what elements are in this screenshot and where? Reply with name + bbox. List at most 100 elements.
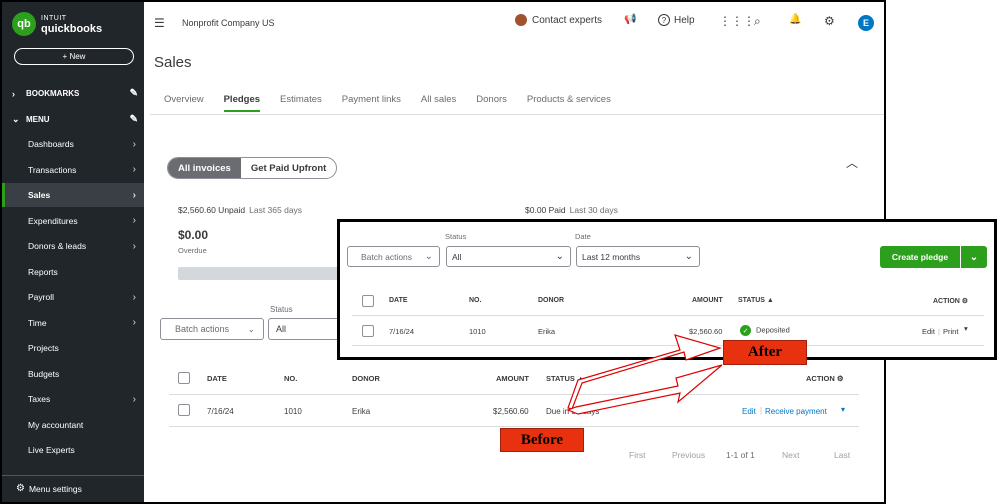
column-no[interactable]: NO. [284,374,297,383]
pager-next[interactable]: Next [782,450,799,460]
after-column-donor[interactable]: DONOR [538,297,564,304]
all-invoices-toggle[interactable]: All invoices [168,158,241,178]
gear-icon[interactable]: ⚙ [962,298,968,305]
column-donor[interactable]: DONOR [352,374,380,383]
action-separator: | [938,327,940,336]
column-status[interactable]: STATUS ▲ [546,374,584,383]
row-donor: Erika [352,407,371,416]
quickbooks-logo[interactable]: qb INTUIT quickbooks [12,12,102,36]
batch-actions-dropdown[interactable]: Batch actions ⌄ [160,318,264,340]
sidebar-item-budgets[interactable]: Budgets [2,362,144,386]
pager-last[interactable]: Last [834,450,850,460]
pencil-icon[interactable]: ✎ [130,114,138,125]
sidebar-item-dashboards[interactable]: Dashboards › [2,132,144,156]
sidebar-item-transactions[interactable]: Transactions › [2,158,144,182]
new-button[interactable]: + New [14,48,134,65]
row-checkbox[interactable] [178,404,190,416]
after-status-select[interactable]: All ⌄ [446,246,571,267]
get-paid-upfront-toggle[interactable]: Get Paid Upfront [241,158,336,178]
tab-pledges[interactable]: Pledges [223,94,261,112]
sidebar-item-projects[interactable]: Projects [2,336,144,360]
after-column-action-label: ACTION [933,298,960,305]
page-title: Sales [154,54,192,71]
apps-grid-icon[interactable]: ⋮⋮⋮ [719,14,755,28]
user-menu[interactable]: E [858,15,874,31]
sidebar-item-reports[interactable]: Reports [2,260,144,284]
row-no: 1010 [284,407,302,416]
paid-period: Last 30 days [569,205,618,215]
notifications-bell-icon[interactable]: 🔔 [789,14,801,25]
after-column-amount[interactable]: AMOUNT [692,297,723,304]
after-column-status[interactable]: STATUS ▲ [738,297,774,304]
chevron-down-icon[interactable]: ⌄ [961,246,987,268]
column-amount[interactable]: AMOUNT [496,374,529,383]
search-icon[interactable]: ⌕ [754,14,761,29]
sidebar-item-label: Reports [28,266,58,277]
megaphone-icon[interactable]: 📢 [624,14,636,25]
menu-settings-button[interactable]: ⚙ Menu settings [16,483,82,494]
tab-estimates[interactable]: Estimates [280,94,322,112]
after-row-edit-link[interactable]: Edit [922,327,935,336]
menu-section[interactable]: ⌄ MENU ✎ [12,114,138,125]
column-action: ACTION ⚙ [806,374,844,383]
select-all-checkbox[interactable] [178,372,190,384]
row-action-dropdown-icon[interactable]: ▾ [841,405,845,414]
sidebar-item-donors-leads[interactable]: Donors & leads › [2,234,144,258]
chevron-right-icon: › [12,88,15,99]
sidebar-item-time[interactable]: Time › [2,311,144,335]
after-date-select[interactable]: Last 12 months ⌄ [576,246,700,267]
after-column-date[interactable]: DATE [389,297,408,304]
contact-experts-button[interactable]: Contact experts [515,14,602,26]
pager-first[interactable]: First [629,450,646,460]
action-separator: | [760,406,763,415]
status-filter-value: All [276,324,287,334]
create-pledge-button[interactable]: Create pledge ⌄ [880,246,987,268]
sidebar-item-label: Projects [28,343,59,353]
sidebar-item-sales[interactable]: Sales › [2,183,144,207]
paid-amount: $0.00 Paid [525,205,566,215]
status-filter-select[interactable]: All [268,318,348,340]
receive-payment-link[interactable]: Receive payment [765,407,827,416]
create-pledge-label[interactable]: Create pledge [880,246,961,268]
after-select-all-checkbox[interactable] [362,295,374,307]
before-label: Before [500,428,584,452]
sidebar-item-taxes[interactable]: Taxes › [2,387,144,411]
gear-icon[interactable]: ⚙ [837,374,844,383]
after-row-action-dropdown-icon[interactable]: ▾ [964,324,968,333]
after-row-status: ✓ Deposited [740,325,790,336]
after-header-divider [352,315,984,316]
help-button[interactable]: ? Help [658,14,695,26]
table-row-divider [169,426,859,427]
column-action-label: ACTION [806,374,835,383]
sidebar-item-payroll[interactable]: Payroll › [2,285,144,309]
pencil-icon[interactable]: ✎ [130,88,138,99]
logo-quickbooks-text: quickbooks [41,23,103,35]
tab-donors[interactable]: Donors [476,94,507,112]
settings-gear-icon[interactable]: ⚙ [824,14,835,28]
chevron-up-icon[interactable]: ︿ [846,154,858,171]
row-edit-link[interactable]: Edit [742,407,756,416]
sidebar-item-label: Sales [28,190,51,200]
collapse-menu-icon[interactable]: ☰ [154,16,165,30]
bookmarks-section[interactable]: › BOOKMARKS ✎ [12,88,138,99]
sidebar-item-live-experts[interactable]: Live Experts [2,438,144,462]
tab-all-sales[interactable]: All sales [421,94,456,112]
sidebar-item-my-accountant[interactable]: My accountant [2,413,144,437]
after-batch-actions-dropdown[interactable]: Batch actions ⌄ [347,246,440,267]
overdue-bar[interactable] [178,267,348,280]
pager-previous[interactable]: Previous [672,450,705,460]
after-column-no[interactable]: NO. [469,297,481,304]
sidebar-item-expenditures[interactable]: Expenditures › [2,209,144,233]
sidebar-item-label: Transactions [28,164,77,175]
tab-payment-links[interactable]: Payment links [342,94,401,112]
tab-overview[interactable]: Overview [164,94,204,112]
column-date[interactable]: DATE [207,374,227,383]
sales-tabs: Overview Pledges Estimates Payment links All… [164,94,631,112]
chevron-right-icon: › [132,291,136,303]
after-row-checkbox[interactable] [362,325,374,337]
after-row-print-link[interactable]: Print [943,327,958,336]
chevron-right-icon: › [132,189,136,201]
tab-products-services[interactable]: Products & services [527,94,611,112]
table-header-divider [169,394,859,395]
checkmark-icon: ✓ [740,325,751,336]
